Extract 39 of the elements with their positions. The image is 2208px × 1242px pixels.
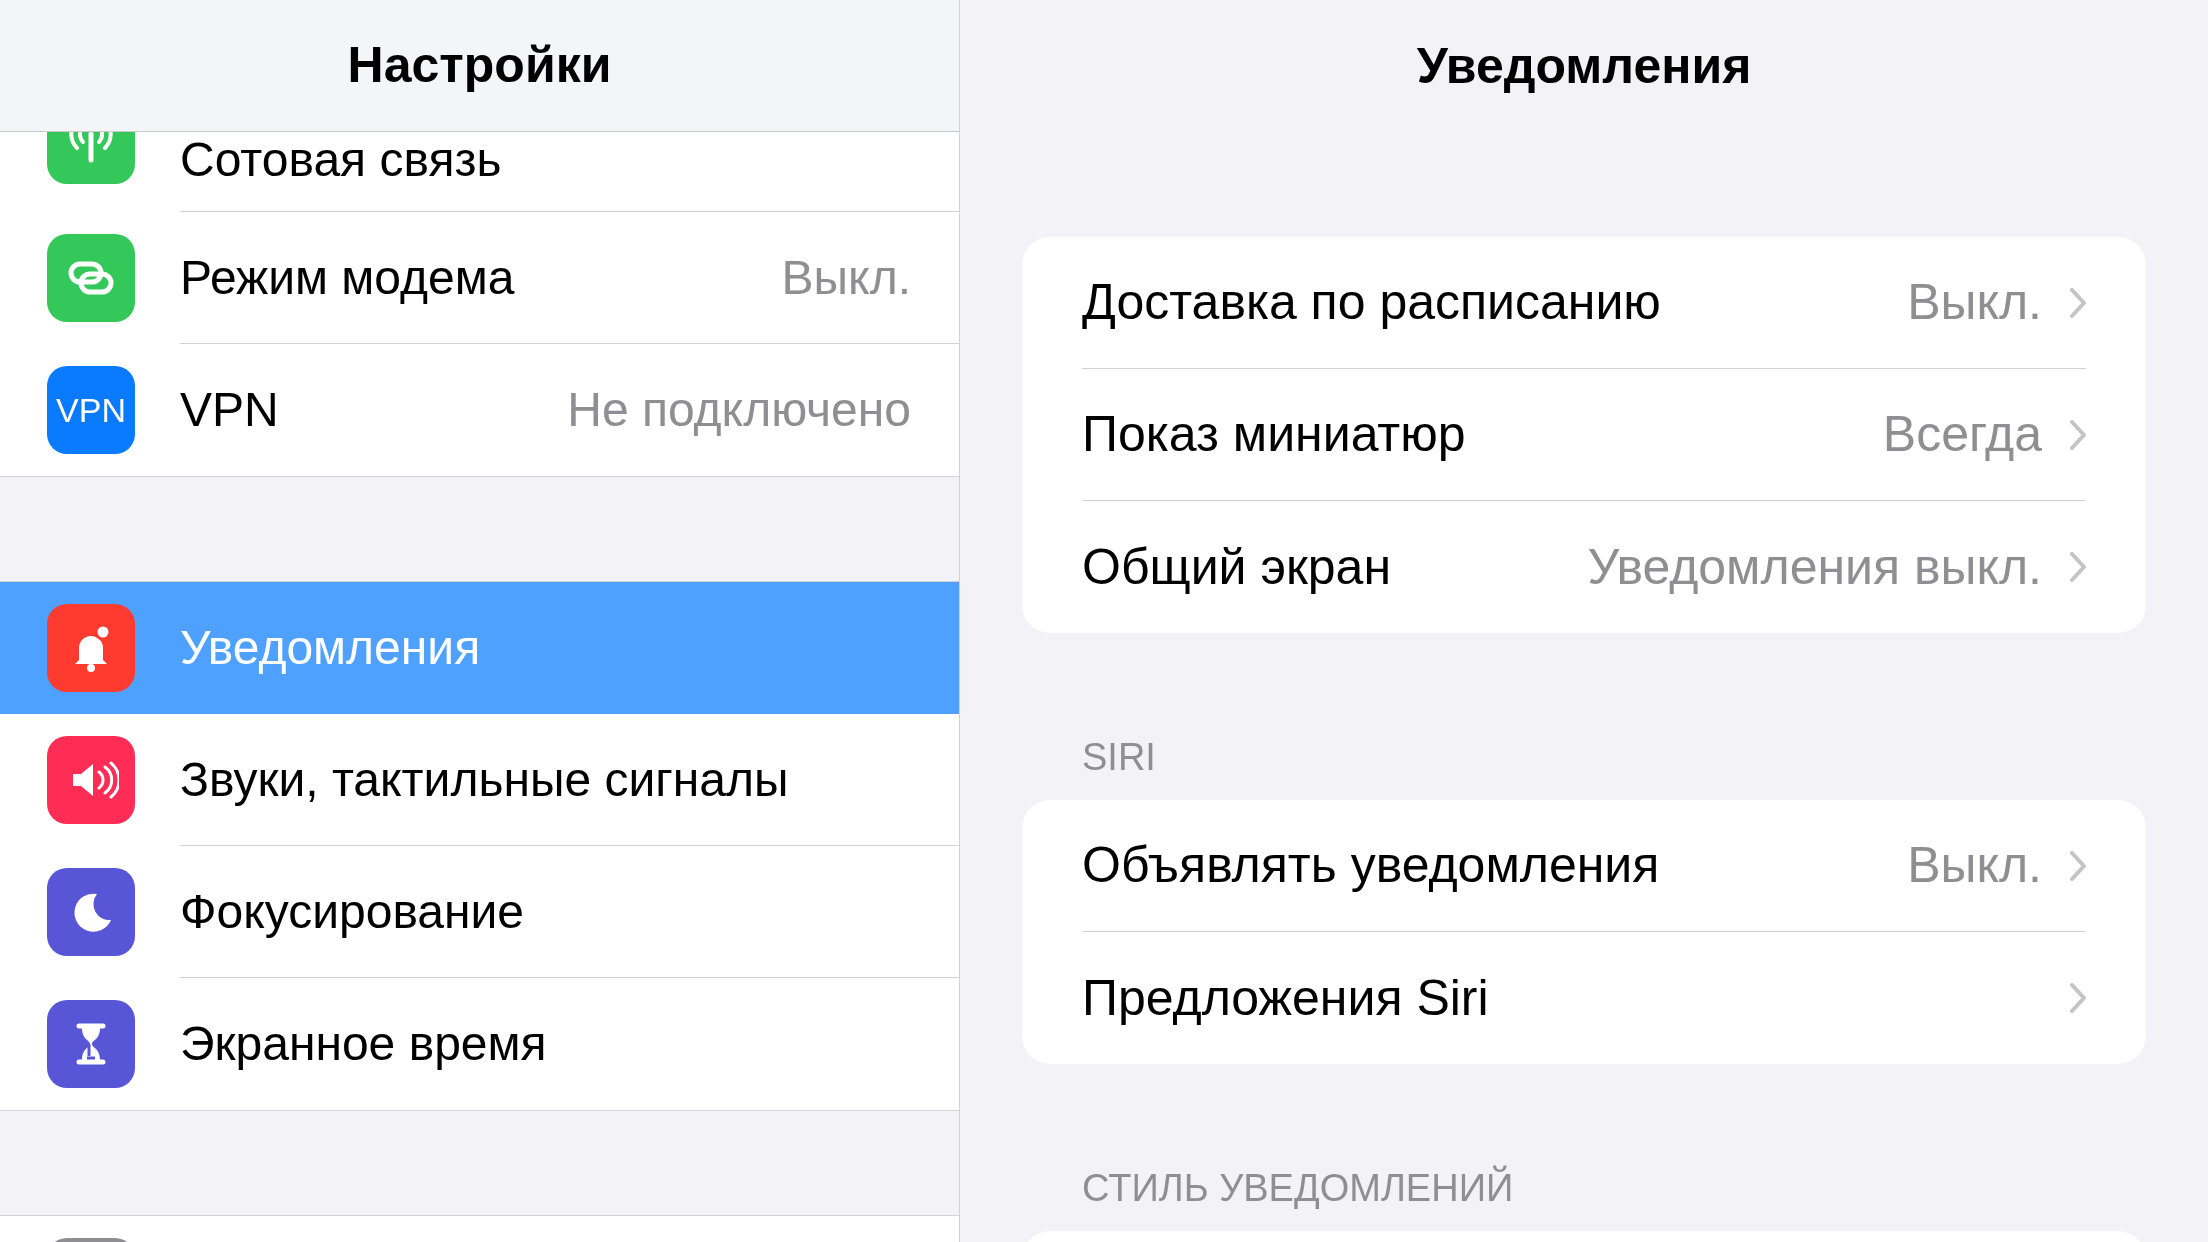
chevron-icon — [2070, 552, 2086, 582]
row-label: Предложения Siri — [1082, 968, 1489, 1028]
row-label: Режим модема — [180, 249, 515, 306]
settings-row[interactable]: Сотовая связь — [0, 132, 959, 212]
settings-row[interactable]: Фокусирование — [0, 846, 959, 978]
settings-row[interactable]: Объявлять уведомления Выкл. — [1082, 800, 2146, 932]
row-value: Уведомления выкл. — [1587, 537, 2042, 597]
row-label: Звуки, тактильные сигналы — [180, 751, 789, 808]
row-value: Выкл. — [1907, 836, 2042, 895]
row-value: Всегда — [1882, 405, 2042, 464]
settings-row[interactable]: Предложения Siri — [1082, 932, 2146, 1064]
row-label: Сотовая связь — [180, 136, 502, 184]
section-header: СТИЛЬ УВЕДОМЛЕНИЙ — [1081, 1164, 1515, 1211]
row-value: Выкл. — [1907, 273, 2042, 332]
settings-row[interactable]: Показ миниатюр Всегда — [1082, 369, 2146, 501]
chevron-icon — [2070, 850, 2086, 881]
row-label: Доставка по расписанию — [1082, 273, 1661, 332]
row-label: Показ миниатюр — [1082, 405, 1466, 464]
row-label: Фокусирование — [180, 883, 525, 940]
settings-row[interactable]: Экранное время — [0, 978, 959, 1110]
settings-row[interactable]: VPN VPN Не подключено — [0, 344, 959, 476]
row-label: Экранное время — [180, 1016, 547, 1072]
section-header: SIRI — [1081, 735, 1157, 780]
chevron-icon — [2070, 983, 2086, 1013]
row-label: VPN — [180, 382, 279, 438]
vpn-icon: VPN — [47, 366, 135, 454]
settings-row[interactable]: Звуки, тактильные сигналы — [0, 714, 959, 846]
row-value: Выкл. — [781, 249, 911, 306]
chevron-icon — [2070, 419, 2086, 450]
row-label: Объявлять уведомления — [1082, 836, 1660, 895]
chevron-icon — [2070, 287, 2086, 318]
sidebar-title: Настройки — [347, 36, 612, 95]
page-title: Уведомления — [1416, 36, 1752, 96]
settings-row[interactable]: Общий экран Уведомления выкл. — [1082, 501, 2146, 633]
row-label: Уведомления — [180, 620, 481, 676]
settings-row[interactable]: Доставка по расписанию Выкл. — [1082, 237, 2146, 369]
row-label: Общий экран — [1082, 537, 1392, 597]
row-value: Не подключено — [567, 382, 911, 438]
settings-row[interactable]: Режим модема Выкл. — [0, 212, 959, 344]
